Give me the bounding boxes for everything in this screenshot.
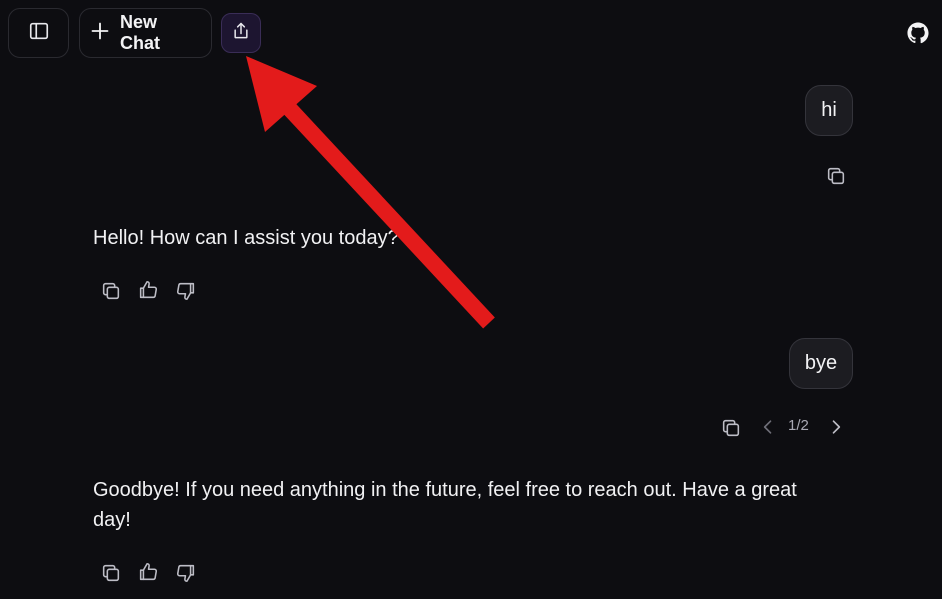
- copy-icon[interactable]: [720, 417, 742, 439]
- copy-icon[interactable]: [825, 165, 847, 187]
- thumbs-up-icon[interactable]: [137, 561, 159, 583]
- toggle-sidebar-button[interactable]: [8, 8, 69, 58]
- assistant-message-text: Hello! How can I assist you today?: [93, 227, 399, 249]
- user-message-bubble: hi: [805, 85, 853, 136]
- thumbs-down-icon[interactable]: [175, 562, 197, 584]
- thumbs-up-icon[interactable]: [137, 279, 159, 301]
- user-message-text: hi: [821, 99, 837, 121]
- plus-icon: [90, 21, 110, 46]
- chevron-right-icon[interactable]: [826, 417, 846, 437]
- copy-icon[interactable]: [100, 280, 122, 302]
- sidebar-toggle-icon: [28, 20, 50, 47]
- github-icon[interactable]: [907, 22, 929, 44]
- share-icon: [231, 21, 251, 46]
- branch-pager: 1/2: [788, 417, 809, 434]
- new-chat-button[interactable]: New Chat: [79, 8, 212, 58]
- share-button[interactable]: [221, 13, 261, 53]
- user-message-text: bye: [804, 352, 838, 374]
- assistant-message-text: Goodbye! If you need anything in the fut…: [93, 479, 797, 531]
- copy-icon[interactable]: [100, 562, 122, 584]
- new-chat-label: New Chat: [120, 12, 160, 53]
- user-message-bubble: bye: [789, 338, 853, 389]
- chevron-left-icon[interactable]: [758, 417, 778, 437]
- thumbs-down-icon[interactable]: [175, 280, 197, 302]
